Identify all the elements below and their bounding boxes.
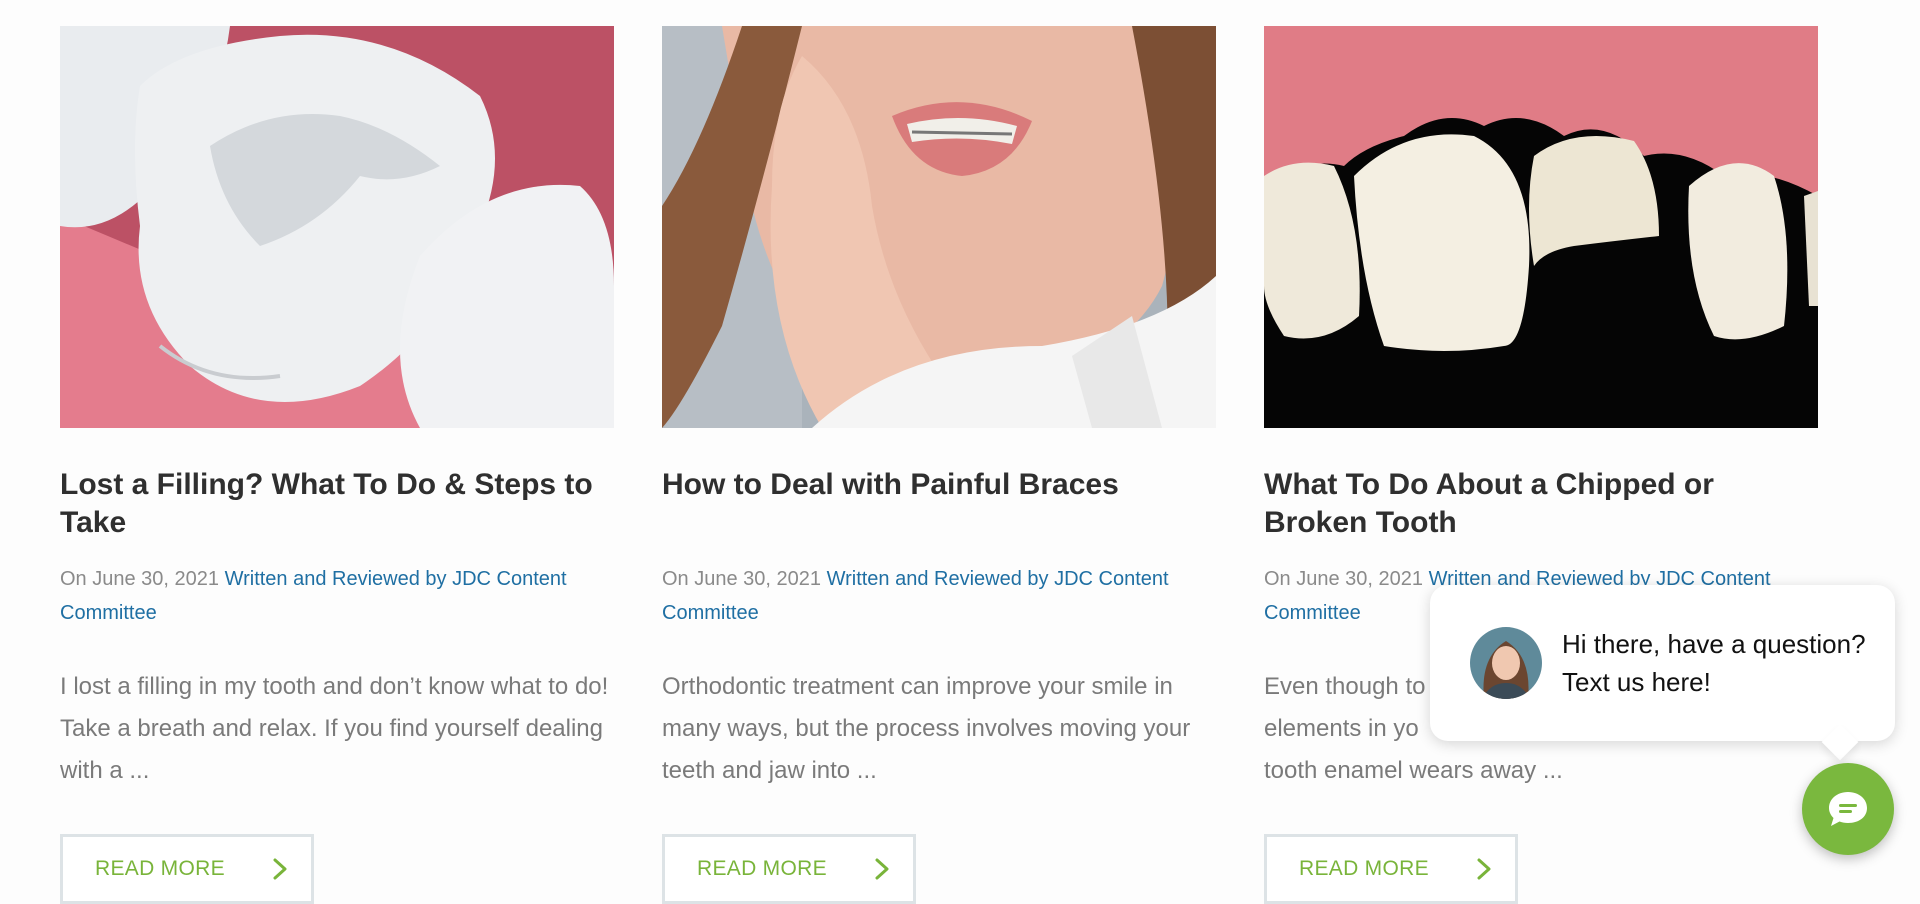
chat-prompt-bubble[interactable]: Hi there, have a question? Text us here! bbox=[1430, 585, 1895, 741]
post-date: On June 30, 2021 bbox=[662, 568, 822, 590]
post-excerpt-line: tooth enamel wears away ... bbox=[1264, 757, 1563, 784]
post-excerpt: I lost a filling in my tooth and don’t k… bbox=[60, 673, 609, 784]
avatar bbox=[1470, 627, 1542, 699]
chat-message: Hi there, have a question? Text us here! bbox=[1562, 629, 1866, 697]
read-more-button[interactable]: READ MORE bbox=[60, 834, 314, 904]
read-more-label: READ MORE bbox=[95, 857, 225, 880]
blog-card: Lost a Filling? What To Do & Steps to Ta… bbox=[60, 26, 614, 904]
post-thumbnail-chipped-tooth[interactable] bbox=[1264, 26, 1818, 428]
read-more-button[interactable]: READ MORE bbox=[662, 834, 916, 904]
blog-card: What To Do About a Chipped or Broken Too… bbox=[1264, 26, 1818, 904]
read-more-label: READ MORE bbox=[697, 857, 827, 880]
read-more-button[interactable]: READ MORE bbox=[1264, 834, 1518, 904]
chat-bubble-icon bbox=[1829, 792, 1867, 826]
chevron-right-icon bbox=[273, 858, 287, 880]
post-meta: On June 30, 2021 Written and Reviewed by… bbox=[60, 562, 614, 630]
chevron-right-icon bbox=[875, 858, 889, 880]
post-title[interactable]: How to Deal with Painful Braces bbox=[662, 466, 1216, 542]
read-more-label: READ MORE bbox=[1299, 857, 1429, 880]
post-thumbnail-filling[interactable] bbox=[60, 26, 614, 428]
post-date: On June 30, 2021 bbox=[60, 568, 220, 590]
post-thumbnail-braces[interactable] bbox=[662, 26, 1216, 428]
blog-card: How to Deal with Painful Braces On June … bbox=[662, 26, 1216, 904]
post-date: On June 30, 2021 bbox=[1264, 568, 1424, 590]
chat-launcher-button[interactable] bbox=[1802, 763, 1894, 855]
blog-post-grid: Lost a Filling? What To Do & Steps to Ta… bbox=[60, 26, 1818, 904]
chevron-right-icon bbox=[1477, 858, 1491, 880]
post-excerpt: Orthodontic treatment can improve your s… bbox=[662, 673, 1191, 784]
post-title[interactable]: Lost a Filling? What To Do & Steps to Ta… bbox=[60, 466, 614, 542]
post-meta: On June 30, 2021 Written and Reviewed by… bbox=[662, 562, 1216, 630]
post-title[interactable]: What To Do About a Chipped or Broken Too… bbox=[1264, 466, 1818, 542]
